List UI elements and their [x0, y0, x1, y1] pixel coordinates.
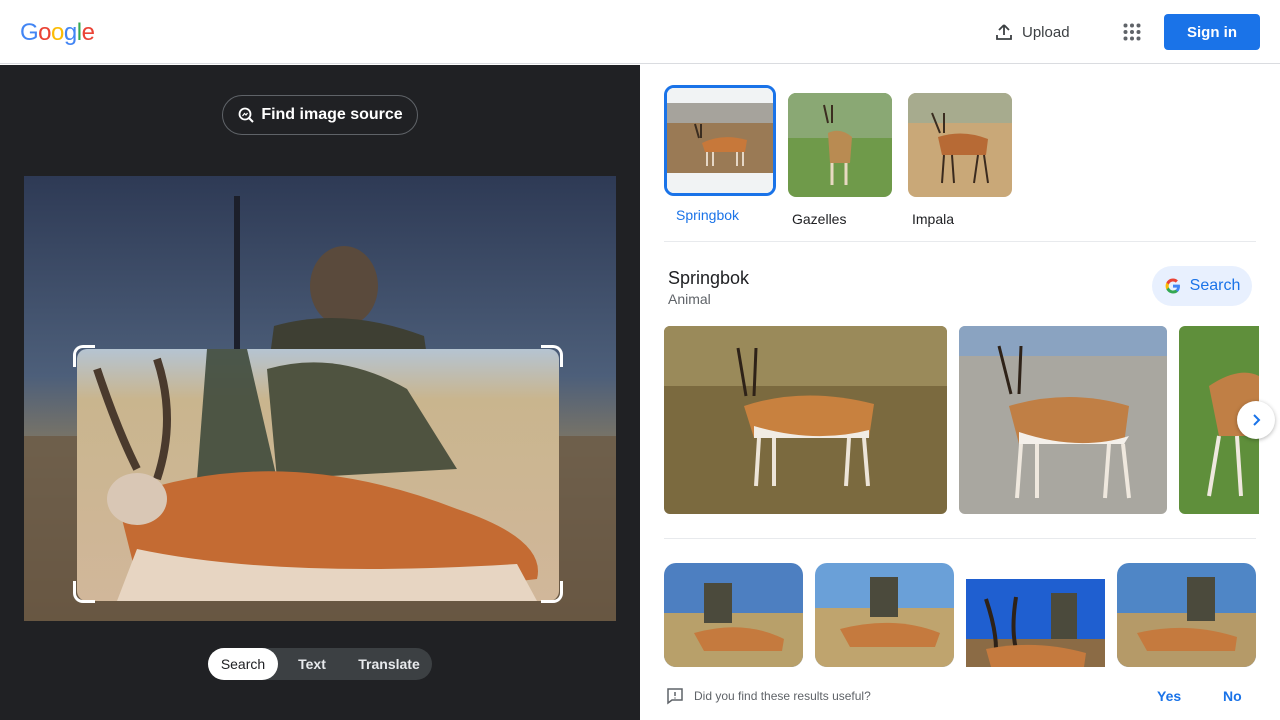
image-search-icon [237, 106, 255, 124]
sign-in-button[interactable]: Sign in [1164, 14, 1260, 50]
divider [664, 241, 1256, 242]
entity-title: Springbok [668, 268, 750, 288]
chip-label: Springbok [676, 207, 740, 223]
chip-label: Impala [912, 211, 955, 227]
divider [664, 538, 1256, 539]
apps-grid-icon [1123, 23, 1141, 41]
upload-button[interactable]: Upload [986, 14, 1078, 50]
crop-handle-top-right[interactable] [541, 345, 563, 367]
crop-selection[interactable] [77, 349, 559, 601]
find-image-source-button[interactable]: Find image source [222, 95, 418, 135]
tab-translate[interactable]: Translate [346, 648, 432, 680]
feedback-bar: Did you find these results useful? Yes N… [640, 675, 1280, 720]
crop-handle-bottom-left[interactable] [73, 581, 95, 603]
chip-springbok[interactable]: Springbok [664, 85, 776, 223]
visual-match-image[interactable] [966, 579, 1105, 667]
logo-letter: e [81, 19, 95, 46]
entity-subtitle: Animal [668, 291, 711, 307]
crop-handle-bottom-right[interactable] [541, 581, 563, 603]
visual-match-image[interactable] [815, 563, 954, 667]
feedback-question: Did you find these results useful? [694, 689, 871, 703]
springbok-image[interactable] [959, 326, 1167, 514]
apps-grid-button[interactable] [1116, 16, 1148, 48]
google-logo[interactable]: Google [20, 19, 95, 47]
visual-match-image[interactable] [664, 563, 803, 667]
lens-mode-tabs: Search Text Translate [208, 648, 432, 680]
logo-letter: G [20, 19, 39, 46]
chip-thumbnail [908, 93, 1012, 197]
google-search-button[interactable]: Search [1152, 266, 1252, 306]
find-image-source-label: Find image source [261, 106, 403, 123]
visual-match-image[interactable] [1117, 563, 1256, 667]
upload-icon [994, 22, 1014, 42]
lens-image-pane: Find image source Search Text Translate [0, 65, 640, 720]
chevron-right-icon [1249, 413, 1263, 427]
springbok-image[interactable] [664, 326, 947, 514]
google-search-label: Search [1189, 277, 1241, 294]
feedback-no-button[interactable]: No [1223, 688, 1242, 704]
logo-letter: o [51, 19, 64, 46]
feedback-yes-button[interactable]: Yes [1157, 688, 1181, 704]
google-g-icon [1164, 277, 1182, 295]
chip-thumbnail [664, 85, 776, 196]
logo-letter: g [63, 19, 77, 46]
tab-search[interactable]: Search [208, 648, 278, 680]
chip-label: Gazelles [792, 211, 847, 227]
crop-handle-top-left[interactable] [73, 345, 95, 367]
logo-letter: o [38, 19, 52, 46]
chip-impala[interactable]: Impala [908, 93, 1012, 227]
chip-thumbnail [788, 93, 892, 197]
upload-label: Upload [1022, 23, 1070, 41]
results-pane: Springbok Gazelles Impala Springbok Anim… [640, 65, 1280, 720]
header: Google Upload Sign in [0, 0, 1280, 64]
chip-gazelles[interactable]: Gazelles [788, 93, 892, 227]
tab-text[interactable]: Text [278, 648, 346, 680]
carousel-next-button[interactable] [1237, 401, 1275, 439]
feedback-icon [666, 687, 684, 705]
